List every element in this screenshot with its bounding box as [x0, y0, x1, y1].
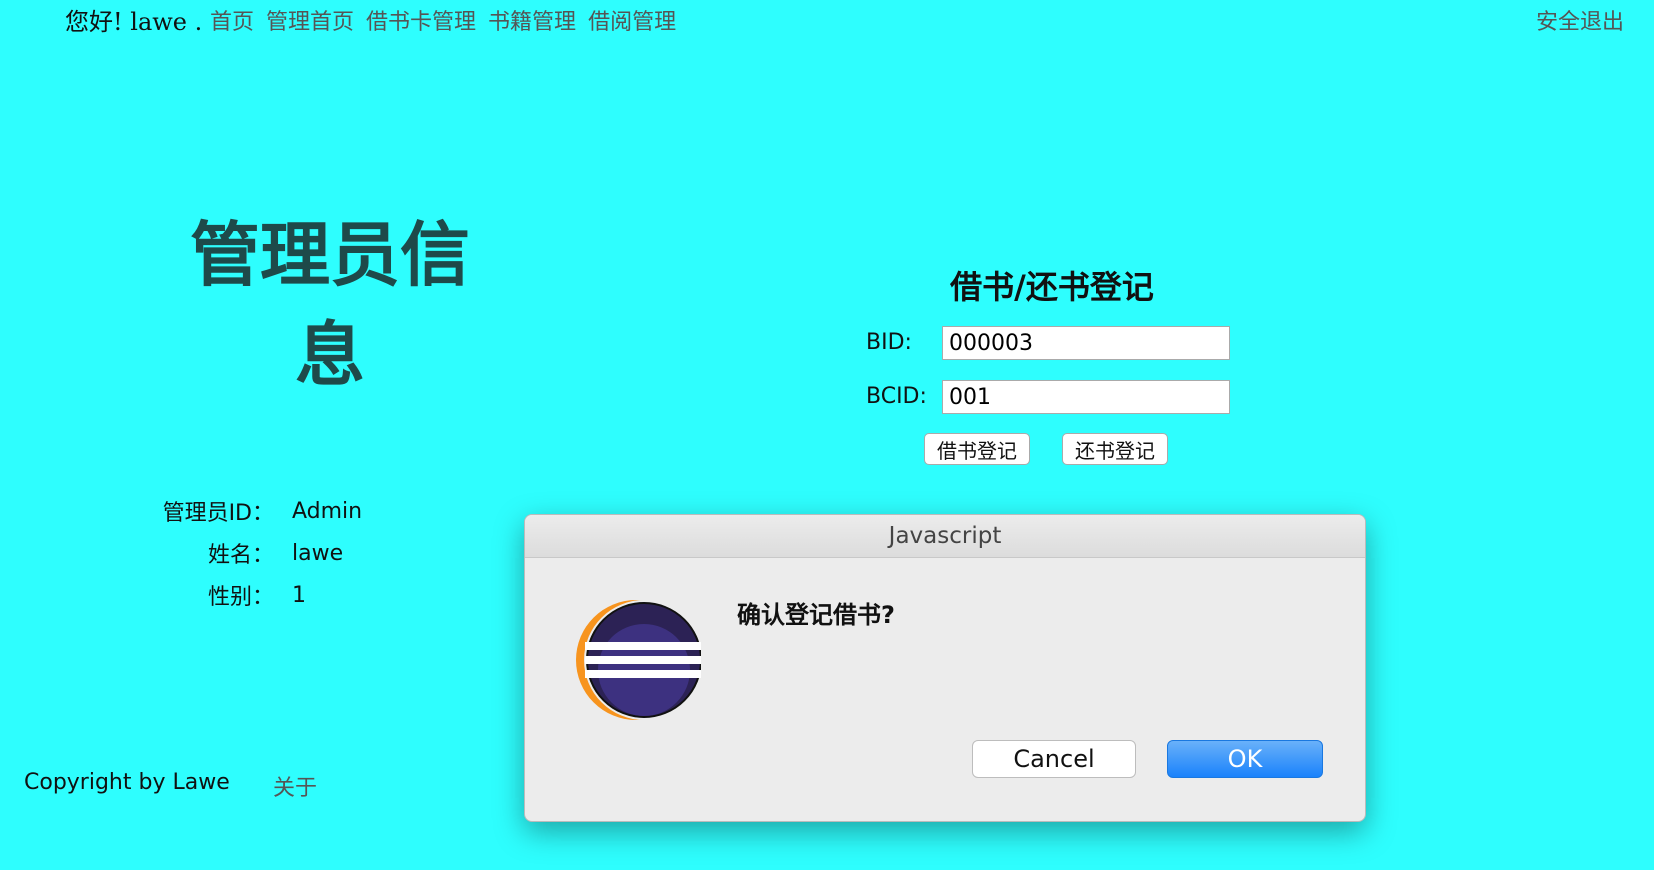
info-row-id: 管理员ID： Admin: [150, 490, 363, 532]
ok-button[interactable]: OK: [1167, 740, 1323, 778]
admin-info-title: 管理员信息: [190, 213, 470, 396]
bid-input[interactable]: [942, 326, 1230, 360]
admin-gender-value: 1: [292, 582, 306, 608]
about-link[interactable]: 关于: [273, 770, 317, 802]
nav-borrow-management[interactable]: 借阅管理: [588, 4, 676, 36]
nav-menu: 首页 管理首页 借书卡管理 书籍管理 借阅管理: [210, 4, 676, 36]
info-row-gender: 性别： 1: [150, 574, 362, 616]
nav-home[interactable]: 首页: [210, 4, 254, 36]
dialog-message: 确认登记借书?: [737, 601, 895, 629]
nav-book-management[interactable]: 书籍管理: [488, 4, 576, 36]
bid-label: BID:: [866, 330, 912, 355]
nav-admin-home[interactable]: 管理首页: [266, 4, 354, 36]
borrow-register-button[interactable]: 借书登记: [924, 433, 1030, 465]
logout-link[interactable]: 安全退出: [1536, 4, 1624, 36]
return-register-button[interactable]: 还书登记: [1062, 433, 1168, 465]
cancel-button[interactable]: Cancel: [972, 740, 1136, 778]
admin-id-label: 管理员ID：: [162, 501, 274, 526]
admin-id-value: Admin: [292, 498, 363, 524]
info-row-name: 姓名： lawe: [150, 532, 362, 574]
borrow-form-title: 借书/还书登记: [950, 268, 1154, 306]
copyright-text: Copyright by Lawe: [24, 770, 230, 795]
top-bar: 您好! lawe . 首页 管理首页 借书卡管理 书籍管理 借阅管理 安全退出: [0, 0, 1654, 40]
greeting-text: 您好! lawe .: [65, 8, 203, 36]
confirm-dialog: Javascript 确认登记借书? Cancel OK: [524, 514, 1366, 822]
admin-gender-label: 性别：: [207, 585, 274, 610]
admin-info-list: 管理员ID： Admin 姓名： lawe 性别： 1: [150, 490, 363, 616]
bcid-label: BCID:: [866, 384, 927, 409]
nav-card-management[interactable]: 借书卡管理: [366, 4, 476, 36]
admin-name-label: 姓名：: [207, 543, 274, 568]
dialog-title: Javascript: [525, 515, 1365, 558]
bcid-input[interactable]: [942, 380, 1230, 414]
eclipse-icon: [576, 600, 701, 720]
admin-name-value: lawe: [292, 540, 344, 566]
